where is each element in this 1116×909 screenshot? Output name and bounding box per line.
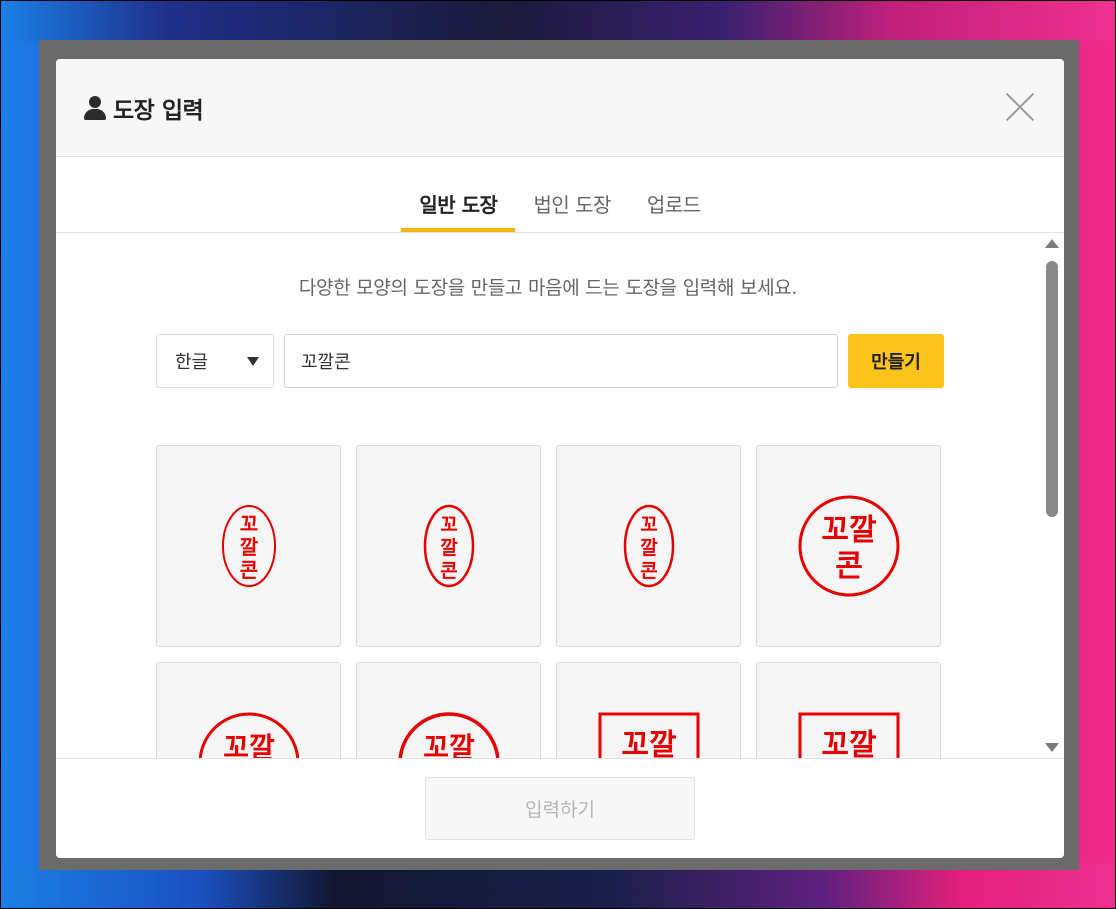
stamp-circle-bold-image: 꼬깔 콘 [398,712,499,758]
stamp-option[interactable]: 꼬깔 콘 [556,662,741,758]
svg-text:꼬깔: 꼬깔 [223,731,275,758]
svg-text:깔: 깔 [239,535,258,559]
language-select-value: 한글 [175,352,209,373]
svg-text:꼬: 꼬 [640,514,657,536]
tab-upload[interactable]: 업로드 [629,186,719,232]
modal-title-text: 도장 입력 [113,98,204,124]
language-select[interactable]: 한글 [156,334,274,388]
stamp-option[interactable]: 꼬 깔 콘 [356,445,541,647]
stamp-grid: 꼬 깔 콘 꼬 깔 콘 꼬 깔 콘 꼬깔 콘 꼬깔 꼬깔 꼬깔 꼬깔 [156,445,942,758]
svg-text:콘: 콘 [440,560,457,582]
stamp-oval-bold-image: 꼬 깔 콘 [623,504,674,588]
caret-down-icon [247,356,259,366]
stamp-option[interactable]: 꼬깔 콘 [356,662,541,758]
stamp-option[interactable]: 꼬깔 콘 [756,662,941,758]
background-top [1,1,1115,41]
stamp-option[interactable]: 꼬 깔 콘 [556,445,741,647]
stamp-oval-thin-image: 꼬 깔 콘 [221,505,276,587]
stamp-form: 한글 만들기 [156,334,944,388]
tab-general-stamp[interactable]: 일반 도장 [401,186,516,232]
tab-content: 다양한 모양의 도장을 만들고 마음에 드는 도장을 입력해 보세요. 한글 만… [56,233,1064,758]
person-icon [83,95,107,121]
tab-corporate-stamp[interactable]: 법인 도장 [515,186,628,232]
make-button[interactable]: 만들기 [848,334,944,388]
svg-text:꼬깔: 꼬깔 [423,731,475,758]
svg-text:꼬깔: 꼬깔 [821,728,877,758]
stamp-square-regular-image: 꼬깔 콘 [798,712,899,758]
stamp-circle-regular-image: 꼬깔 콘 [198,712,299,758]
stamp-option[interactable]: 꼬 깔 콘 [156,445,341,647]
name-input[interactable] [284,334,838,388]
svg-text:꼬: 꼬 [239,512,257,536]
svg-text:꼬깔: 꼬깔 [821,513,877,548]
submit-button[interactable]: 입력하기 [425,777,695,840]
scroll-up-arrow-icon[interactable] [1045,239,1059,248]
svg-text:콘: 콘 [835,549,863,584]
tab-bar: 일반 도장 법인 도장 업로드 [56,157,1064,233]
stamp-square-thin-image: 꼬깔 콘 [598,712,699,758]
stamp-option[interactable]: 꼬깔 콘 [756,445,941,647]
stamp-option[interactable]: 꼬깔 콘 [156,662,341,758]
scrollbar[interactable] [1040,233,1064,758]
svg-text:꼬깔: 꼬깔 [621,728,677,758]
scroll-thumb[interactable] [1046,261,1058,517]
modal-header: 도장 입력 [56,59,1064,157]
close-icon[interactable] [1004,91,1036,123]
modal-footer: 입력하기 [56,758,1064,858]
svg-text:콘: 콘 [640,560,657,582]
modal-title: 도장 입력 [83,91,204,125]
svg-text:콘: 콘 [239,558,257,582]
svg-text:깔: 깔 [640,537,658,559]
svg-text:꼬: 꼬 [440,514,457,536]
scroll-down-arrow-icon[interactable] [1045,743,1059,752]
stamp-circle-large-image: 꼬깔 콘 [798,495,899,597]
svg-text:깔: 깔 [440,537,458,559]
stamp-input-modal: 도장 입력 일반 도장 법인 도장 업로드 다양한 모양의 도장을 만들고 마음… [56,59,1064,858]
description-text: 다양한 모양의 도장을 만들고 마음에 드는 도장을 입력해 보세요. [298,277,798,299]
stamp-oval-regular-image: 꼬 깔 콘 [423,504,474,588]
